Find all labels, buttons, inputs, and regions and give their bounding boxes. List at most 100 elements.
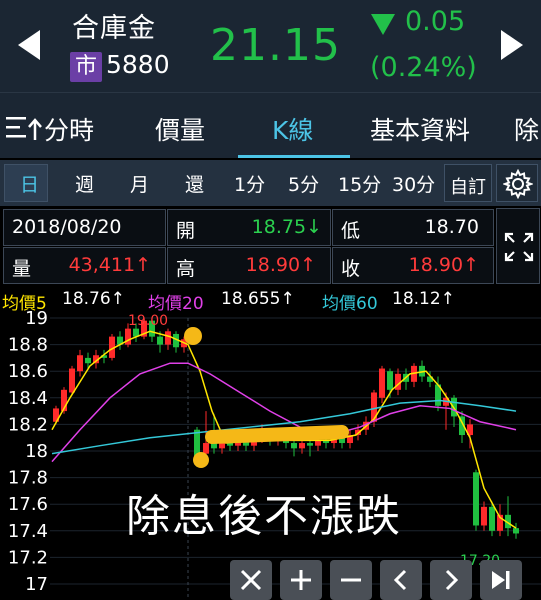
scroll-right-button[interactable] — [430, 560, 472, 600]
open-value: 18.75↓ — [251, 216, 322, 238]
zoom-out-button[interactable] — [330, 560, 372, 600]
ma5-value: 18.76↑ — [62, 289, 125, 309]
candle-body — [77, 355, 83, 372]
close-icon — [240, 569, 262, 591]
gear-icon — [503, 169, 533, 199]
highlight-stroke — [205, 425, 349, 444]
candle-body — [371, 392, 377, 422]
candle-body — [291, 443, 297, 449]
skip-to-end-icon — [492, 571, 510, 589]
moving-average-legend: 均價5 18.76↑ 均價20 18.655↑ 均價60 18.12↑ — [0, 288, 541, 314]
candle-body — [299, 443, 305, 449]
current-price: 21.15 — [210, 20, 341, 71]
open-label: 開 — [176, 220, 196, 242]
tab-k-line[interactable]: K線 — [272, 111, 313, 147]
highlight-dot-top — [184, 327, 202, 345]
stock-code: 5880 — [106, 50, 170, 79]
ma20-value: 18.655↑ — [221, 289, 295, 309]
period-15min[interactable]: 15分 — [338, 170, 381, 197]
y-tick-label: 17.6 — [8, 494, 48, 515]
low-value: 18.70 — [424, 216, 479, 238]
chart-tabs: 分時 價量 K線 基本資料 除 — [0, 92, 541, 158]
period-adjusted[interactable]: 還 — [185, 170, 204, 197]
candle-body — [69, 368, 75, 393]
period-5min[interactable]: 5分 — [288, 170, 319, 197]
close-button[interactable] — [230, 560, 272, 600]
quote-info-grid: 2018/08/20 開 18.75↓ 低 18.70 量 43,411↑ 高 … — [0, 208, 541, 288]
fullscreen-button[interactable] — [496, 208, 540, 284]
scroll-left-button[interactable] — [380, 560, 422, 600]
price-change: 0.05 — [405, 6, 466, 37]
plus-icon — [291, 570, 311, 590]
candle-body — [473, 472, 479, 526]
volume-label: 量 — [12, 258, 32, 280]
tab-price-volume[interactable]: 價量 — [155, 111, 205, 147]
y-tick-label: 18.2 — [8, 414, 48, 435]
tab-dividend[interactable]: 除 — [514, 111, 539, 147]
high-label: 高 — [176, 258, 196, 280]
chevron-right-icon — [445, 569, 459, 591]
candle-body — [85, 357, 91, 364]
active-tab-indicator — [238, 155, 350, 158]
ma60-value: 18.12↑ — [392, 289, 455, 309]
volume-cell: 量 43,411↑ — [3, 247, 166, 284]
y-tick-label: 18 — [25, 441, 48, 462]
period-selector: 日 週 月 還 1分 5分 15分 30分 自訂 — [0, 160, 541, 206]
high-cell: 高 18.90↑ — [167, 247, 331, 284]
close-cell: 收 18.90↑ — [332, 247, 494, 284]
candle-body — [513, 528, 519, 534]
low-label: 低 — [341, 220, 361, 242]
custom-period-button[interactable]: 自訂 — [444, 164, 492, 202]
tab-fundamentals[interactable]: 基本資料 — [370, 111, 470, 147]
period-week[interactable]: 週 — [75, 170, 94, 197]
period-month[interactable]: 月 — [130, 170, 149, 197]
expand-icon — [504, 232, 534, 262]
candle-body — [165, 331, 171, 345]
highlight-dot-bottom — [193, 452, 209, 468]
stock-header: 合庫金 市 5880 21.15 0.05 (0.24%) — [0, 0, 541, 92]
y-tick-label: 17.4 — [8, 521, 48, 542]
tab-intraday[interactable]: 分時 — [44, 111, 94, 147]
market-badge: 市 — [70, 52, 102, 82]
minus-icon — [341, 578, 361, 582]
jump-to-latest-button[interactable] — [480, 560, 522, 600]
settings-button[interactable] — [496, 164, 538, 202]
next-stock-arrow-icon[interactable] — [497, 28, 527, 62]
price-change-percent: (0.24%) — [370, 52, 477, 83]
candle-body — [203, 443, 209, 454]
date-value: 2018/08/20 — [12, 216, 122, 238]
custom-period-label: 自訂 — [450, 177, 486, 198]
candle-body — [489, 506, 495, 531]
y-tick-label: 18.6 — [8, 361, 48, 382]
zoom-in-button[interactable] — [280, 560, 322, 600]
close-value: 18.90↑ — [408, 254, 479, 276]
menu-up-arrow-icon[interactable] — [6, 115, 42, 141]
candle-body — [157, 336, 163, 345]
y-tick-label: 17 — [25, 574, 48, 595]
y-axis-ticks: 19 18.8 18.6 18.4 18.2 18 17.8 17.6 17.4 17.2 17 — [8, 310, 48, 595]
stock-name: 合庫金 — [72, 13, 156, 44]
down-triangle-icon — [371, 14, 395, 35]
candle-body — [379, 368, 385, 398]
y-tick-label: 17.8 — [8, 468, 48, 489]
y-tick-label: 18.8 — [8, 335, 48, 356]
y-tick-label: 17.2 — [8, 547, 48, 568]
previous-stock-arrow-icon[interactable] — [14, 28, 44, 62]
period-1min[interactable]: 1分 — [234, 170, 265, 197]
open-cell: 開 18.75↓ — [167, 209, 331, 246]
close-label: 收 — [341, 258, 361, 280]
candle-body — [307, 443, 313, 446]
period-30min[interactable]: 30分 — [392, 170, 435, 197]
volume-value: 43,411↑ — [68, 254, 151, 276]
candle-body — [315, 440, 321, 446]
chevron-left-icon — [393, 569, 407, 591]
period-day[interactable]: 日 — [20, 170, 39, 197]
high-value: 18.90↑ — [245, 254, 316, 276]
chart-toolbar — [226, 556, 541, 600]
y-tick-label: 19 — [25, 310, 48, 329]
annotation-caption: 除息後不漲跌 — [126, 491, 402, 542]
candle-body — [481, 506, 487, 526]
low-cell: 低 18.70 — [332, 209, 494, 246]
high-annotation: 19.00 — [128, 313, 168, 329]
candle-body — [387, 371, 393, 390]
